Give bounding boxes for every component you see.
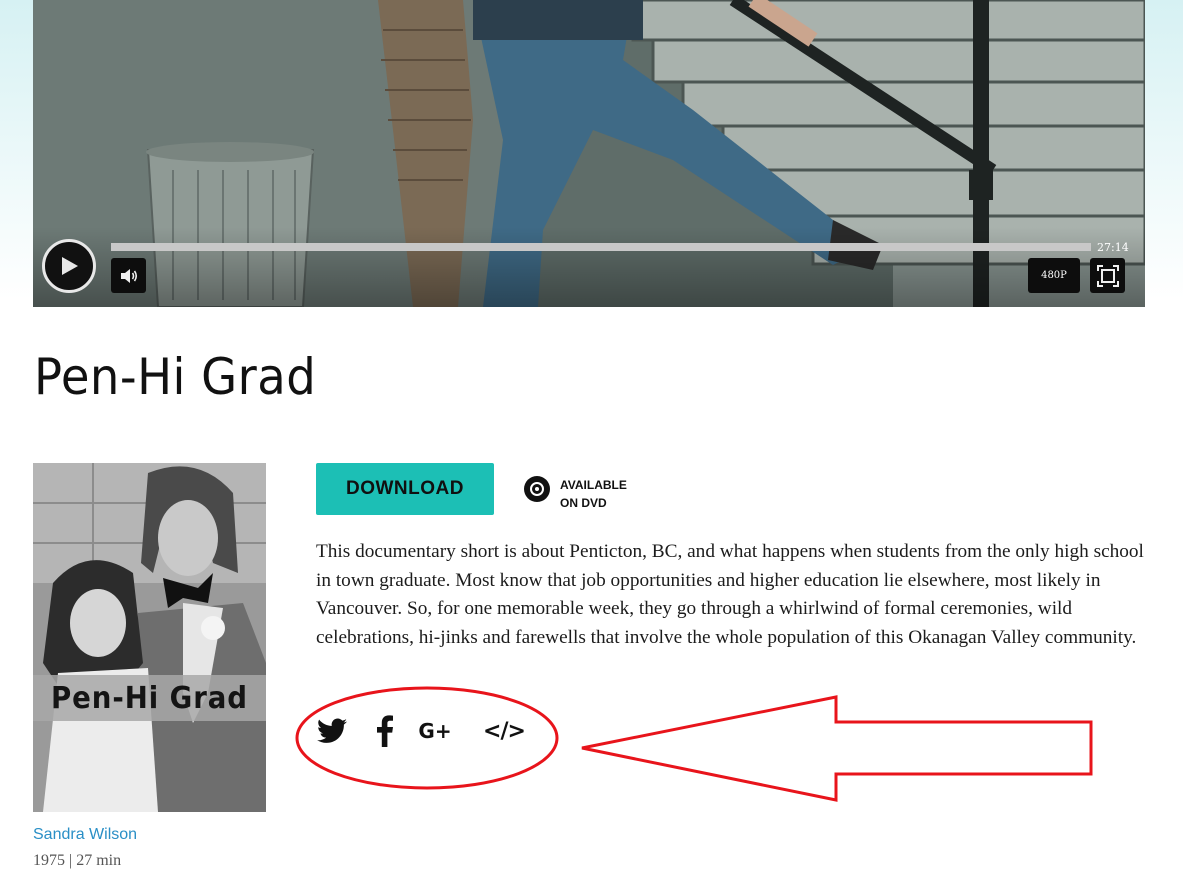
share-bar: G+ </> [316,712,546,752]
available-on-dvd-link[interactable]: AVAILABLE ON DVD [560,476,640,512]
duration-label: 27:14 [1097,241,1129,254]
download-button[interactable]: DOWNLOAD [316,463,494,515]
embed-code-button[interactable]: </> [479,712,529,750]
video-player[interactable]: 27:14 480P [33,0,1145,307]
page: 27:14 480P Pen-Hi Grad Pen-Hi Grad Sandr… [0,0,1183,888]
facebook-icon [377,715,393,747]
volume-button[interactable] [111,258,146,293]
play-icon [62,257,78,275]
poster-image [33,463,266,812]
fullscreen-icon [1096,264,1119,287]
dvd-label-line2: ON DVD [560,496,607,510]
play-button[interactable] [42,239,96,293]
quality-button[interactable]: 480P [1028,258,1080,293]
director-link[interactable]: Sandra Wilson [33,826,137,844]
film-description: This documentary short is about Penticto… [316,541,1144,648]
page-title: Pen-Hi Grad [34,348,317,406]
share-google-plus-button[interactable]: G+ [416,712,454,750]
twitter-icon [317,718,347,743]
annotation-arrow [581,695,1093,802]
embed-code-icon: </> [483,718,526,744]
google-plus-icon: G+ [418,719,452,743]
quality-label: 480P [1041,270,1067,281]
film-year-duration: 1975 | 27 min [33,852,122,869]
controls-overlay [33,227,1145,307]
progress-bar[interactable] [111,243,1091,251]
share-twitter-button[interactable] [316,712,348,750]
fullscreen-button[interactable] [1090,258,1125,293]
dvd-label-line1: AVAILABLE [560,478,627,492]
dvd-icon[interactable] [523,475,551,503]
poster-title-text: Pen-Hi Grad [51,681,248,716]
film-poster[interactable]: Pen-Hi Grad [33,463,266,812]
speaker-icon [120,268,137,283]
share-facebook-button[interactable] [374,712,396,750]
